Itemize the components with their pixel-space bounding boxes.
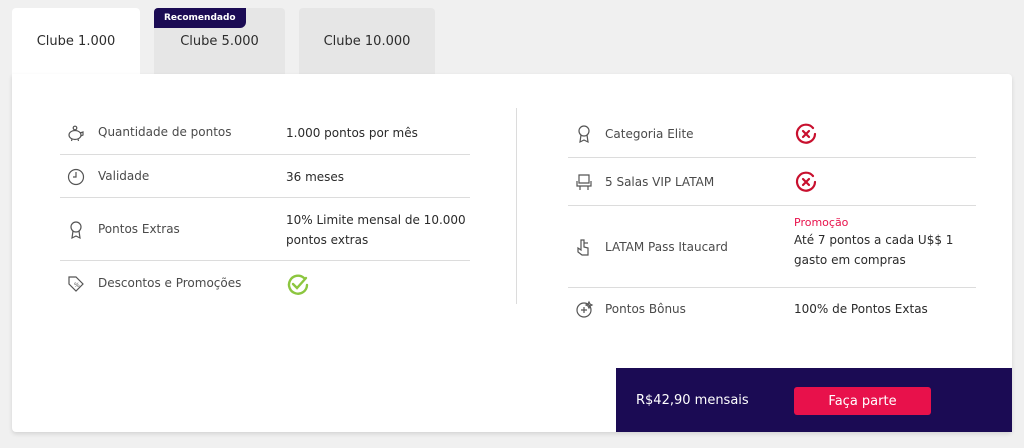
piggy-bank-icon: [66, 123, 86, 143]
join-button[interactable]: Faça parte: [794, 387, 931, 415]
benefit-row-points-quantity: Quantidade de pontos 1.000 pontos por mê…: [60, 110, 470, 155]
benefit-value: 1.000 pontos por mês: [286, 125, 418, 140]
benefit-value: 100% de Pontos Extas: [794, 302, 928, 316]
benefit-row-bonus-points: Pontos Bônus 100% de Pontos Extas: [568, 288, 976, 330]
benefit-value: 36 meses: [286, 169, 345, 184]
benefit-label: Pontos Bônus: [605, 301, 686, 316]
benefit-row-vip-lounges: 5 Salas VIP LATAM: [568, 158, 976, 206]
badge-icon: [574, 124, 594, 144]
badge-icon: [66, 220, 86, 240]
benefit-label: Pontos Extras: [98, 222, 180, 236]
benefit-row-elite-category: Categoria Elite: [568, 110, 976, 158]
discount-tag-icon: %: [66, 274, 86, 294]
armchair-icon: [574, 172, 594, 192]
benefit-label: Quantidade de pontos: [98, 125, 232, 139]
card-hand-icon: [574, 237, 594, 257]
benefit-label: LATAM Pass Itaucard: [605, 239, 728, 254]
recommended-badge: Recomendado: [154, 8, 246, 28]
cross-icon: [794, 122, 976, 152]
check-icon: [286, 273, 470, 303]
benefit-row-latam-pass-itaucard: LATAM Pass Itaucard Promoção Até 7 ponto…: [568, 206, 976, 288]
promo-label: Promoção: [794, 216, 849, 229]
benefit-value-text: Até 7 pontos a cada U$$ 1 gasto em compr…: [794, 233, 954, 267]
benefit-label: Categoria Elite: [605, 126, 694, 141]
subscription-footer: R$42,90 mensais Faça parte: [616, 368, 1012, 432]
tab-clube-1000[interactable]: Clube 1.000: [12, 8, 140, 74]
benefit-value: 10% Limite mensal de 10.000 pontos extra…: [286, 212, 466, 247]
benefit-row-validity: Validade 36 meses: [60, 155, 470, 198]
benefit-label: Descontos e Promoções: [98, 276, 242, 290]
benefit-row-discounts: % Descontos e Promoções: [60, 261, 470, 306]
clock-icon: [66, 167, 86, 187]
benefit-value: Promoção Até 7 pontos a cada U$$ 1 gasto…: [794, 216, 976, 270]
benefit-label: 5 Salas VIP LATAM: [605, 174, 715, 189]
tab-clube-10000[interactable]: Clube 10.000: [299, 8, 435, 74]
bonus-icon: [574, 299, 594, 319]
benefit-row-extra-points: Pontos Extras 10% Limite mensal de 10.00…: [60, 198, 470, 261]
svg-text:%: %: [74, 282, 80, 289]
column-divider: [516, 108, 517, 304]
benefit-label: Validade: [98, 169, 150, 183]
monthly-price: R$42,90 mensais: [636, 392, 749, 408]
cross-icon: [794, 170, 976, 200]
